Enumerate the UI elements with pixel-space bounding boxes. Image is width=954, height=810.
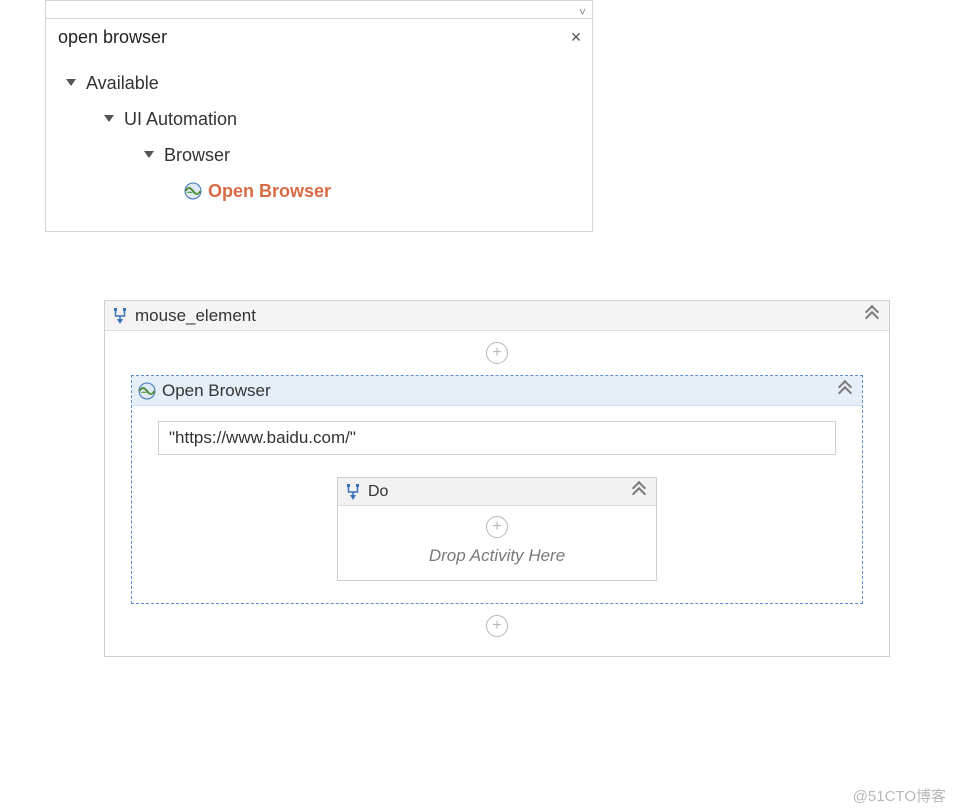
tree-node-ui-automation[interactable]: UI Automation — [54, 101, 584, 137]
search-row: × — [46, 19, 592, 55]
collapse-icon[interactable] — [632, 481, 648, 502]
expand-caret-icon[interactable] — [144, 148, 158, 162]
add-activity-button[interactable]: + — [486, 342, 508, 364]
globe-icon — [184, 182, 202, 200]
do-block[interactable]: Do + Drop Activity Here — [337, 477, 657, 581]
sequence-icon — [111, 307, 129, 325]
search-input[interactable] — [56, 26, 566, 49]
do-block-wrap: Do + Drop Activity Here — [132, 467, 862, 603]
activity-header[interactable]: Open Browser — [132, 376, 862, 406]
activity-search-panel: ˅ × Available UI Automation Browser — [45, 0, 593, 232]
expand-caret-icon[interactable] — [66, 76, 80, 90]
add-activity-button[interactable]: + — [486, 516, 508, 538]
tree-node-label: Available — [86, 73, 159, 94]
sequence-body: + Open Browser — [105, 331, 889, 656]
activity-tree: Available UI Automation Browser Open Bro… — [46, 55, 592, 231]
dropdown-arrow-icon[interactable]: ˅ — [579, 5, 586, 19]
drop-hint-label: Drop Activity Here — [429, 546, 565, 566]
sequence-icon — [344, 483, 362, 501]
tree-node-browser[interactable]: Browser — [54, 137, 584, 173]
insert-activity-row-bottom: + — [105, 604, 889, 648]
collapse-icon[interactable] — [838, 380, 854, 401]
globe-icon — [138, 382, 156, 400]
url-input-row — [132, 406, 862, 467]
chevron-double-up-icon — [865, 305, 881, 321]
workflow-designer-panel: mouse_element + Open Browser — [104, 300, 890, 657]
watermark-text: @51CTO博客 — [853, 785, 946, 806]
expand-caret-icon[interactable] — [104, 112, 118, 126]
sequence-header[interactable]: mouse_element — [105, 301, 889, 331]
insert-activity-row-top: + — [105, 331, 889, 375]
do-title: Do — [368, 483, 388, 501]
sequence-title: mouse_element — [135, 306, 256, 326]
panel-top-trim: ˅ — [46, 1, 592, 19]
tree-node-label: Browser — [164, 145, 230, 166]
chevron-double-up-icon — [838, 380, 854, 396]
tree-node-available[interactable]: Available — [54, 65, 584, 101]
tree-leaf-open-browser[interactable]: Open Browser — [54, 173, 584, 209]
do-body[interactable]: + Drop Activity Here — [338, 506, 656, 580]
activity-title: Open Browser — [162, 381, 271, 401]
clear-search-icon[interactable]: × — [566, 27, 586, 48]
activity-open-browser[interactable]: Open Browser — [131, 375, 863, 604]
tree-leaf-label: Open Browser — [208, 181, 331, 202]
add-activity-button[interactable]: + — [486, 615, 508, 637]
url-input[interactable] — [158, 421, 836, 455]
collapse-icon[interactable] — [865, 305, 881, 326]
tree-node-label: UI Automation — [124, 109, 237, 130]
chevron-double-up-icon — [632, 481, 648, 497]
do-header[interactable]: Do — [338, 478, 656, 506]
